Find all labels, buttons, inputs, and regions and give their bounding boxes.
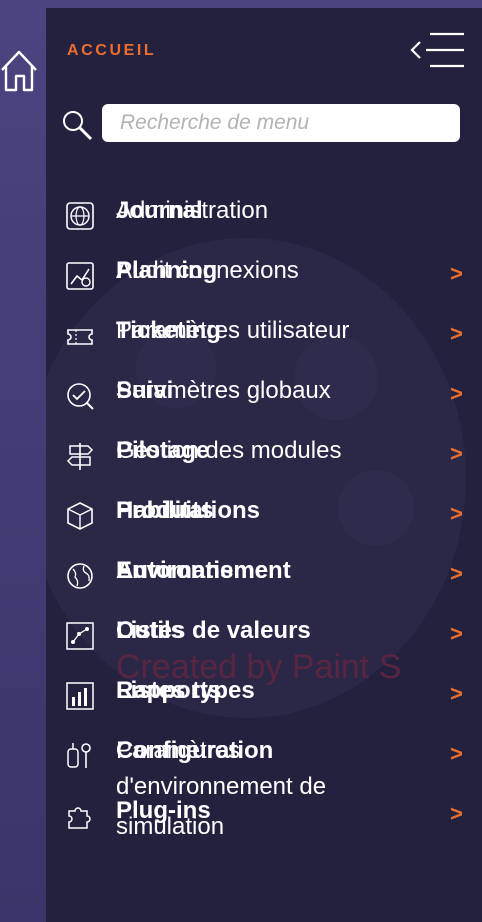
home-button[interactable]: [0, 44, 40, 96]
menu-item-produits[interactable]: Produits Habilitations >: [46, 482, 482, 542]
chevron-right-icon: >: [450, 801, 463, 826]
menu-label-secondary: Audit connexions: [116, 257, 299, 284]
chevron-right-icon: >: [450, 261, 463, 286]
menu-item-rapports[interactable]: Rapports Listes types >: [46, 662, 482, 722]
menu-label-secondary: Paramètres globaux: [116, 377, 331, 404]
menu-item-pilotage[interactable]: Pilotage Gestion des modules >: [46, 422, 482, 482]
search-icon[interactable]: [60, 108, 94, 142]
menu-label-secondary: Listes types: [116, 677, 255, 704]
menu-label-secondary: Habilitations: [116, 497, 261, 524]
home-icon: [1, 50, 37, 92]
menu-label-secondary: Paramètres utilisateur: [116, 317, 350, 344]
menu-item-planning[interactable]: Planning Audit connexions >: [46, 242, 482, 302]
collapse-menu-icon: [410, 32, 464, 68]
graph-icon: [66, 622, 94, 650]
menu-label-primary: Plug-ins: [116, 797, 211, 824]
chevron-right-icon: >: [450, 561, 463, 586]
dashboard-icon: [66, 262, 94, 290]
menu-label-secondary: Listes de valeurs: [116, 617, 311, 644]
menu-item-journal[interactable]: Journal Administration: [46, 182, 482, 242]
chevron-right-icon: >: [450, 501, 463, 526]
menu-item-suivi[interactable]: Suivi Paramètres globaux >: [46, 362, 482, 422]
menu-label-secondary: Environnement: [116, 557, 291, 584]
chevron-right-icon: >: [450, 621, 463, 646]
menu-item-automatisme[interactable]: Automatisme Environnement >: [46, 542, 482, 602]
menu-label-secondary: Administration: [116, 197, 269, 224]
collapse-menu-button[interactable]: [408, 30, 468, 70]
tools-icon: [67, 743, 91, 768]
side-menu-panel: Created by Paint S ACCUEIL Journal Admin…: [46, 8, 482, 922]
signpost-icon: [66, 443, 94, 470]
puzzle-icon: [68, 807, 91, 829]
search-input[interactable]: [102, 104, 460, 142]
top-bar: [0, 0, 482, 8]
box-icon: [67, 502, 93, 530]
chevron-right-icon: >: [450, 381, 463, 406]
earth-icon: [67, 563, 93, 589]
menu-label-secondary: Gestion des modules: [116, 437, 342, 464]
chevron-right-icon: >: [450, 441, 463, 466]
chevron-right-icon: >: [450, 741, 463, 766]
report-icon: [66, 682, 94, 710]
panel-title: ACCUEIL: [67, 42, 157, 59]
menu-item-outils[interactable]: Outils Listes de valeurs >: [46, 602, 482, 662]
menu-item-plug-ins[interactable]: d'environnement de simulation Plug-ins >: [46, 773, 482, 842]
menu-item-ticketing[interactable]: Ticketing Paramètres utilisateur >: [46, 302, 482, 362]
globe-icon: [66, 202, 94, 230]
survey-icon: [67, 383, 94, 410]
outer-rail: [0, 0, 46, 922]
chevron-right-icon: >: [450, 681, 463, 706]
ticket-icon: [67, 329, 93, 345]
menu-label-secondary: Paramètres: [116, 737, 241, 764]
chevron-right-icon: >: [450, 321, 463, 346]
